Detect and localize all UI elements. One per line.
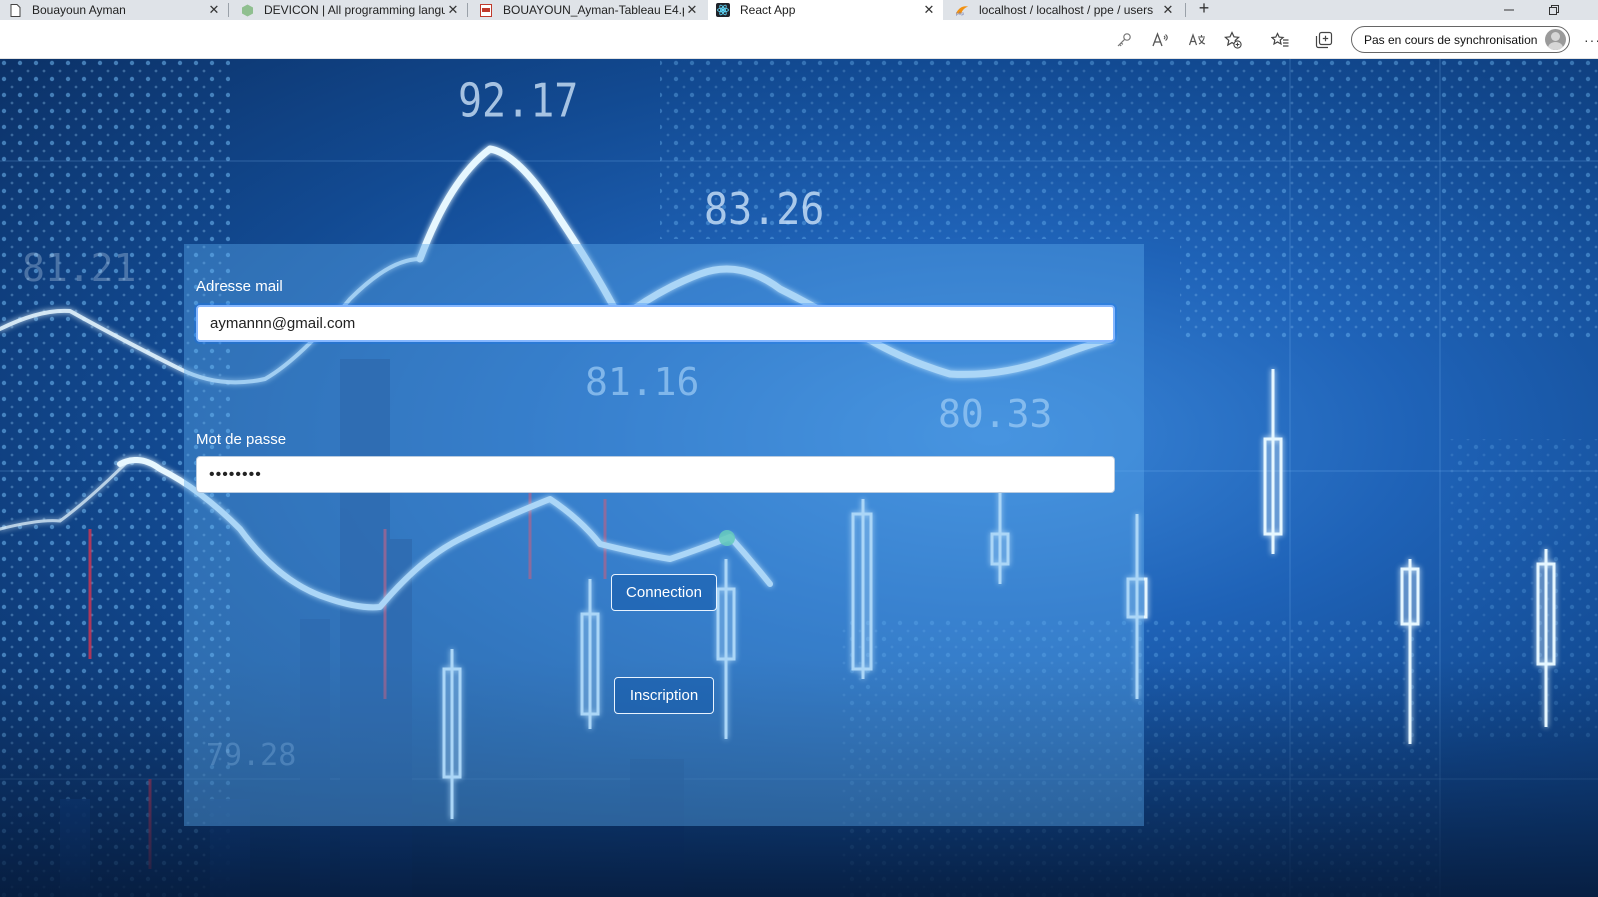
close-tab-icon[interactable]: ✕ — [206, 2, 222, 18]
svg-text:php: php — [956, 11, 965, 16]
connection-button[interactable]: Connection — [611, 574, 717, 611]
tab-title: BOUAYOUN_Ayman-Tableau E4.pdf — [503, 3, 684, 17]
tab-separator — [1185, 3, 1186, 17]
restore-button[interactable] — [1532, 0, 1576, 20]
pdf-icon — [479, 3, 493, 17]
tab-strip: Bouayoun Ayman ✕ DEVICON | All programmi… — [0, 0, 1598, 20]
profile-avatar-icon — [1545, 29, 1566, 50]
minimize-button[interactable] — [1487, 0, 1531, 20]
tab-devicon[interactable]: DEVICON | All programming langu ✕ — [232, 0, 467, 20]
devicon-icon — [240, 3, 254, 17]
inscription-button[interactable]: Inscription — [614, 677, 714, 714]
favorites-icon[interactable] — [1269, 29, 1291, 51]
minimize-icon — [1504, 9, 1514, 11]
tab-react-app[interactable]: React App ✕ — [708, 0, 943, 20]
tab-title: DEVICON | All programming langu — [264, 3, 445, 17]
tab-separator — [228, 3, 229, 17]
login-form-panel: Adresse mail Mot de passe Connection Ins… — [184, 244, 1144, 826]
key-icon[interactable] — [1113, 29, 1135, 51]
close-tab-icon[interactable]: ✕ — [1160, 2, 1176, 18]
email-field[interactable] — [196, 305, 1115, 342]
translate-icon[interactable] — [1186, 29, 1208, 51]
email-label: Adresse mail — [196, 278, 283, 295]
close-tab-icon[interactable]: ✕ — [921, 2, 937, 18]
document-icon — [8, 3, 22, 17]
tab-title: Bouayoun Ayman — [32, 3, 126, 17]
chart-number-1: 92.17 — [458, 75, 578, 128]
password-label: Mot de passe — [196, 431, 287, 448]
tab-phpmyadmin[interactable]: php localhost / localhost / ppe / users … — [947, 0, 1182, 20]
phpmyadmin-icon: php — [955, 3, 969, 17]
browser-toolbar: Pas en cours de synchronisation ··· — [0, 20, 1598, 59]
chart-number-3: 81.21 — [22, 246, 136, 290]
sync-status-label: Pas en cours de synchronisation — [1364, 32, 1538, 47]
collections-icon[interactable] — [1313, 29, 1335, 51]
chart-number-2: 83.26 — [704, 183, 824, 234]
new-tab-button[interactable]: + — [1193, 0, 1215, 20]
close-tab-icon[interactable]: ✕ — [684, 2, 700, 18]
tab-title: localhost / localhost / ppe / users — [979, 3, 1154, 17]
page-viewport: 92.17 83.26 81.21 81.16 80.33 79.28 Adre… — [0, 59, 1598, 897]
react-icon — [716, 3, 730, 17]
more-options-icon[interactable]: ··· — [1584, 32, 1598, 48]
read-aloud-icon[interactable] — [1149, 29, 1171, 51]
close-tab-icon[interactable]: ✕ — [445, 2, 461, 18]
add-favorite-icon[interactable] — [1222, 29, 1244, 51]
sync-status-button[interactable]: Pas en cours de synchronisation — [1351, 26, 1570, 53]
tab-separator — [467, 3, 468, 17]
tab-bouayoun-ayman[interactable]: Bouayoun Ayman ✕ — [0, 0, 228, 20]
tab-title: React App — [740, 3, 796, 17]
tab-pdf[interactable]: BOUAYOUN_Ayman-Tableau E4.pdf ✕ — [471, 0, 706, 20]
password-field[interactable] — [196, 456, 1115, 493]
restore-icon — [1549, 5, 1559, 15]
